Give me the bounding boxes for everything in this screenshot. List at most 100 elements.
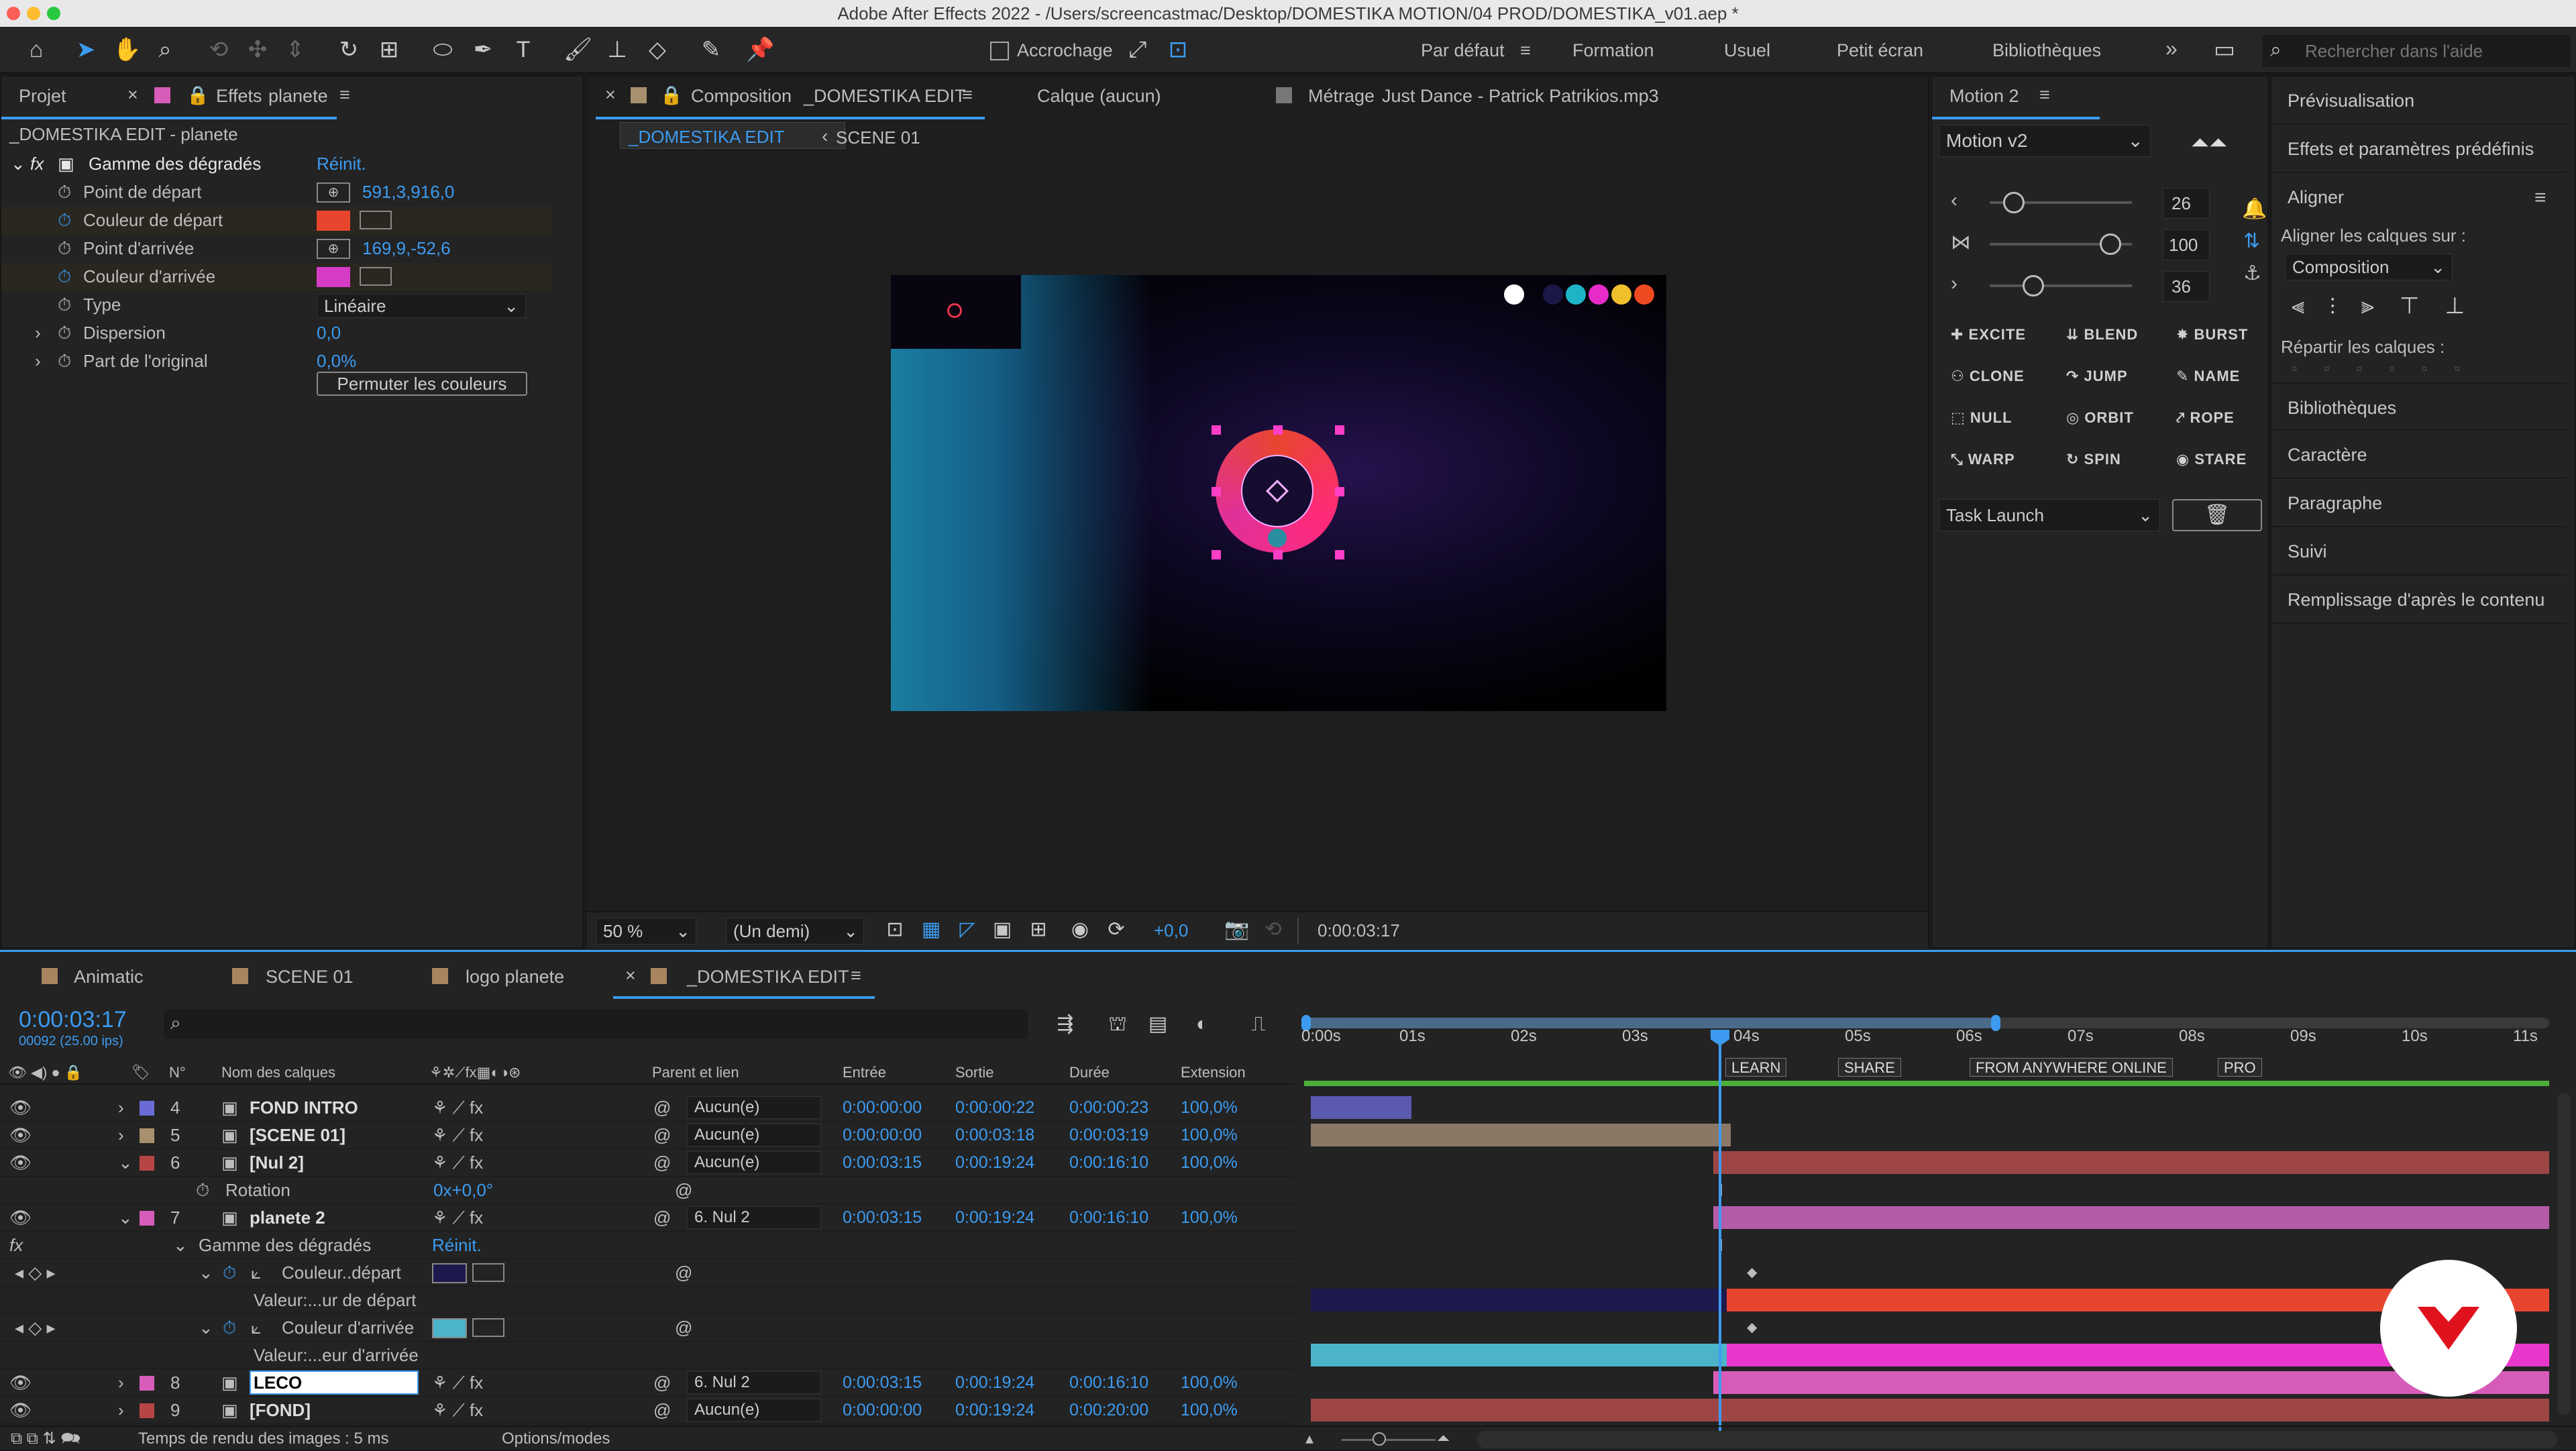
layer-row[interactable]: 👁 › 9 ▣ [FOND] ⚘ ⟋ fx @ Aucun(e) 0:00:00:00 0:00:… — [0, 1397, 2549, 1424]
tab-effects[interactable]: Effets — [216, 86, 262, 107]
comp-marker[interactable]: PRO — [2218, 1058, 2262, 1077]
layer-duration-bar[interactable] — [1311, 1096, 1411, 1119]
help-search-box[interactable]: ⌕ — [2262, 35, 2571, 67]
layer-dur[interactable]: 0:00:16:10 — [1069, 1204, 1148, 1232]
property-row[interactable]: Valeur:...ur de départ — [0, 1287, 2549, 1314]
keyframe-nav-icon[interactable]: ◂ ◇ ▸ — [15, 1259, 56, 1287]
pen-tool-icon[interactable]: ✒ — [470, 36, 496, 63]
zoom-dropdown[interactable]: 50 % ⌄ — [596, 918, 696, 945]
home-icon[interactable]: ⌂ — [23, 36, 50, 63]
stare-button[interactable]: ◉ STARE — [2176, 451, 2247, 468]
panel-menu-icon[interactable]: ≡ — [851, 965, 861, 986]
work-area-end-handle[interactable] — [1991, 1015, 2000, 1031]
timeline-scrollbar[interactable] — [1477, 1431, 2557, 1448]
transform-handle[interactable] — [1335, 550, 1344, 559]
tab-layer[interactable]: Calque (aucun) — [1037, 86, 1161, 107]
effect-reset-button[interactable]: Réinit. — [432, 1232, 482, 1259]
layer-name[interactable]: [FOND] — [250, 1397, 311, 1424]
layer-in[interactable]: 0:00:03:15 — [843, 1149, 922, 1177]
layer-dur[interactable]: 0:00:20:00 — [1069, 1397, 1148, 1424]
parent-pickwhip-icon[interactable]: @ — [653, 1369, 671, 1397]
transform-handle[interactable] — [1273, 425, 1283, 435]
layer-duration-bar[interactable] — [1311, 1124, 1731, 1146]
start-color-swatch[interactable] — [317, 211, 350, 231]
eye-icon[interactable]: 👁 — [9, 1122, 32, 1149]
layer-name[interactable]: LECO — [250, 1371, 419, 1395]
mask-visibility-icon[interactable]: ◸ — [954, 916, 981, 943]
effect-reset-button[interactable]: Réinit. — [317, 150, 366, 177]
close-icon[interactable]: × — [605, 85, 616, 105]
ease-in-slider-track[interactable] — [1990, 192, 2132, 213]
transform-handle[interactable] — [1335, 425, 1344, 435]
eyedropper-icon[interactable] — [360, 211, 392, 229]
comp-marker[interactable]: FROM ANYWHERE ONLINE — [1970, 1058, 2173, 1077]
layer-out[interactable]: 0:00:00:22 — [955, 1094, 1034, 1122]
layer-stretch[interactable]: 100,0% — [1181, 1149, 1238, 1177]
property-row[interactable]: ◂ ◇ ▸⌄⏱⟀Couleur..départ@◆ ◆ — [0, 1259, 1757, 1307]
align-panel-title[interactable]: Aligner — [2271, 173, 2567, 221]
task-dropdown[interactable]: Task Launch ⌄ — [1939, 499, 2160, 531]
swap-colors-button[interactable]: Permuter les couleurs — [317, 372, 527, 396]
viewer-timecode[interactable]: 0:00:03:17 — [1318, 920, 1400, 941]
workspace-usuel[interactable]: Usuel — [1724, 40, 1770, 61]
column-in[interactable]: Entrée — [843, 1061, 886, 1085]
layer-out[interactable]: 0:00:19:24 — [955, 1397, 1034, 1424]
status-icons[interactable]: ⧉ ⧉ ⇅ 🗪 — [11, 1427, 80, 1451]
slider-knob[interactable] — [2003, 192, 2025, 213]
layer-switches-icons[interactable]: ⚘ ⟋ fx — [432, 1122, 483, 1149]
parent-pickwhip-icon[interactable]: @ — [653, 1149, 671, 1177]
layer-in[interactable]: 0:00:00:00 — [843, 1122, 922, 1149]
snapshot-camera-icon[interactable]: 📷 — [1224, 916, 1250, 943]
stopwatch-icon[interactable]: ⏱ — [58, 235, 71, 262]
blend-button[interactable]: ⇊ BLEND — [2066, 326, 2138, 343]
stopwatch-icon[interactable]: ⏱ — [58, 347, 71, 374]
property-row[interactable]: fx⌄Gamme des dégradésRéinit.I — [0, 1232, 1723, 1259]
parent-dropdown[interactable]: Aucun(e) — [687, 1151, 821, 1174]
effect-name[interactable]: Gamme des dégradés — [89, 150, 261, 177]
property-row[interactable]: ◂ ◇ ▸⌄⏱⟀Couleur d'arrivée@◆ ◆ — [0, 1314, 1757, 1362]
property-row[interactable]: Valeur:...eur d'arrivée — [0, 1342, 2549, 1369]
comp-mini-flowchart-icon[interactable]: ⇶ — [1052, 1011, 1079, 1038]
timeline-zoom-slider[interactable] — [1342, 1432, 1436, 1446]
stopwatch-icon[interactable]: ⏱ — [58, 178, 71, 205]
exposure-value[interactable]: +0,0 — [1154, 920, 1188, 941]
transform-handle[interactable] — [1335, 487, 1344, 496]
snap-target-icon[interactable]: ⊡ — [1165, 36, 1191, 63]
layer-row[interactable]: 👁 › 8 ▣ LECO ⚘ ⟋ fx @6. Nul 2 0:00:03:15 0:00:19… — [0, 1369, 2549, 1397]
pan-behind-tool-icon[interactable]: ⊞ — [376, 36, 402, 63]
layer-row[interactable]: 👁 › 5 ▣ [SCENE 01] ⚘ ⟋ fx @ Aucun(e) 0:00:00:00 0… — [0, 1122, 1731, 1149]
tracker-panel-tab[interactable]: Suivi — [2271, 527, 2567, 576]
parent-pickwhip-icon[interactable]: @ — [653, 1204, 671, 1232]
ease-in-icon[interactable]: ‹ — [1951, 189, 1957, 212]
layer-name[interactable]: planete 2 — [250, 1204, 325, 1232]
eye-icon[interactable]: 👁 — [9, 1369, 32, 1397]
slider-knob[interactable] — [2100, 233, 2121, 255]
layer-dur[interactable]: 0:00:16:10 — [1069, 1369, 1148, 1397]
bell-icon[interactable]: 🔔 — [2242, 197, 2267, 221]
layer-in[interactable]: 0:00:00:00 — [843, 1094, 922, 1122]
column-stretch[interactable]: Extension — [1181, 1061, 1246, 1085]
stopwatch-active-icon[interactable]: ⏱ — [58, 263, 71, 290]
parent-dropdown[interactable]: 6. Nul 2 — [687, 1371, 821, 1394]
null-button[interactable]: ⬚ NULL — [1951, 409, 2012, 427]
lock-icon[interactable]: 🔒 — [660, 85, 683, 106]
time-ruler[interactable] — [1301, 1014, 2563, 1087]
workspace-layout-icon[interactable]: ▭ — [2211, 36, 2238, 63]
layer-out[interactable]: 0:00:03:18 — [955, 1122, 1034, 1149]
parent-pickwhip-icon[interactable]: @ — [653, 1122, 671, 1149]
help-search-input[interactable] — [2305, 39, 2560, 63]
preview-panel-tab[interactable]: Prévisualisation — [2271, 76, 2567, 125]
transform-handle[interactable] — [1212, 487, 1221, 496]
motion-preset-dropdown[interactable]: Motion v2 ⌄ — [1939, 125, 2151, 157]
tab-project[interactable]: Projet — [19, 86, 66, 107]
graph-icon[interactable]: ⟀ — [251, 1314, 262, 1342]
rope-button[interactable]: ⤤ ROPE — [2176, 409, 2235, 427]
layer-switches-icons[interactable]: ⚘ ⟋ fx — [432, 1397, 483, 1424]
jump-button[interactable]: ↷ JUMP — [2066, 368, 2128, 385]
chevron-down-icon[interactable]: ⌄ — [173, 1232, 188, 1259]
label-color-swatch[interactable] — [140, 1403, 154, 1418]
parent-dropdown[interactable]: 6. Nul 2 — [687, 1206, 821, 1229]
eyedropper-icon[interactable] — [360, 267, 392, 286]
breadcrumb-comp[interactable]: _DOMESTIKA EDIT — [629, 127, 785, 148]
column-duration[interactable]: Durée — [1069, 1061, 1110, 1085]
